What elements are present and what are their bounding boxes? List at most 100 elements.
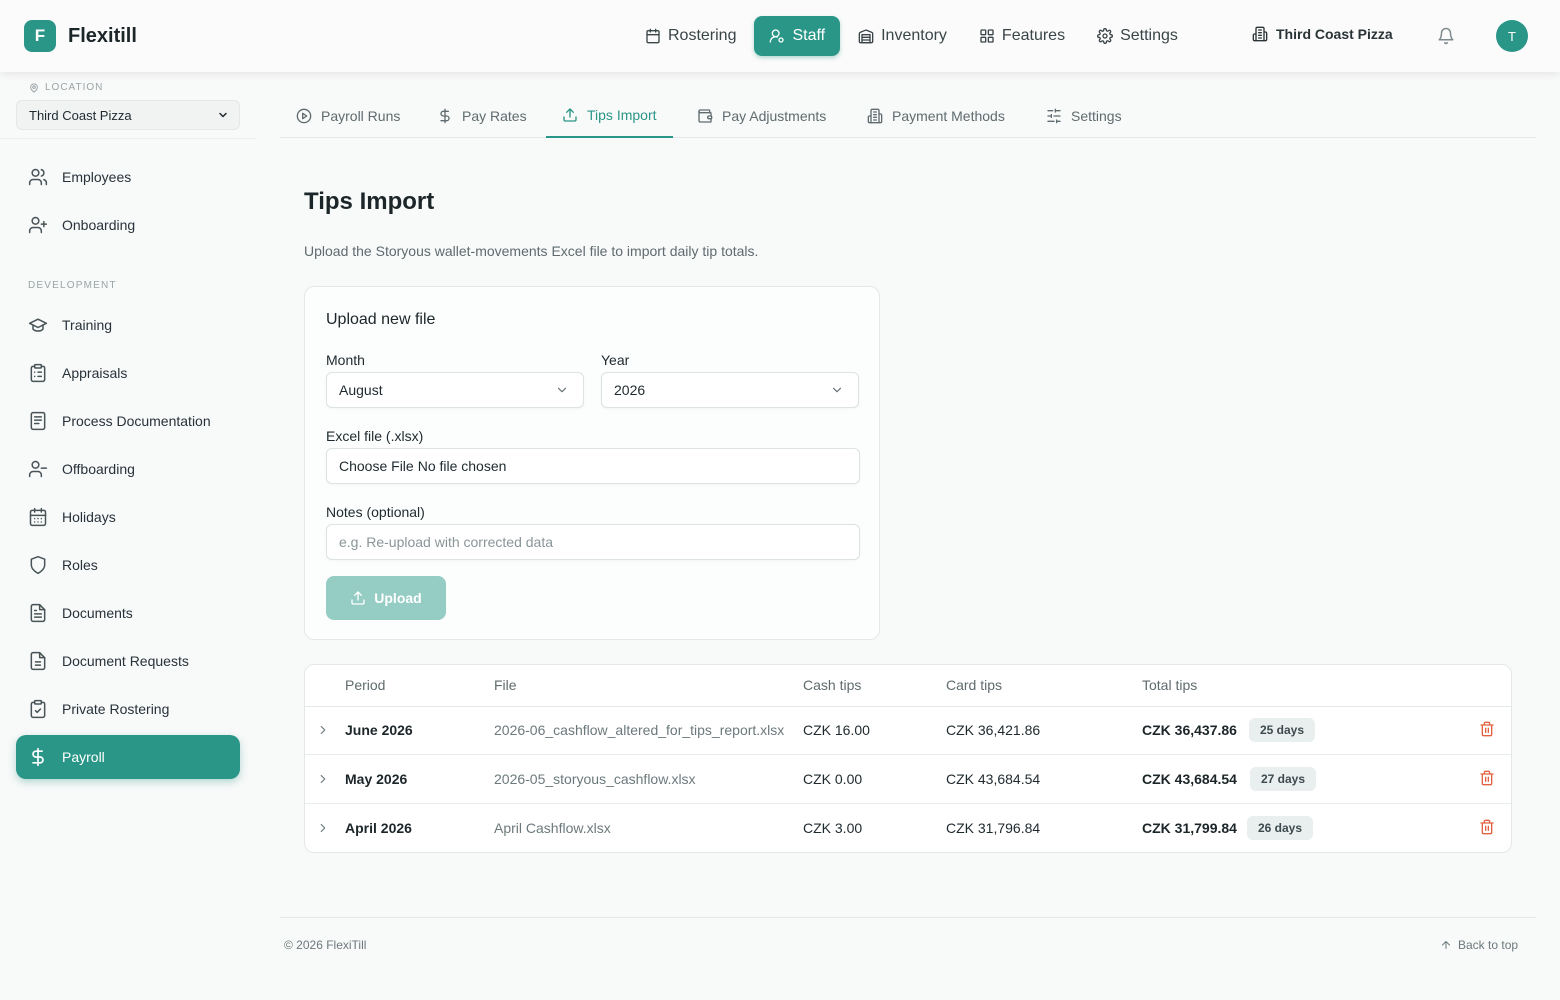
- row-cash-tips: CZK 16.00: [803, 722, 870, 738]
- nav-inventory[interactable]: Inventory: [844, 16, 961, 56]
- sidebar-item-documents[interactable]: Documents: [16, 591, 240, 635]
- sidebar-item-appraisals[interactable]: Appraisals: [16, 351, 240, 395]
- row-days-badge: 25 days: [1249, 718, 1316, 742]
- footer-copyright: © 2026 FlexiTill: [284, 938, 367, 952]
- row-cash-tips: CZK 0.00: [803, 771, 863, 787]
- chevron-right-icon[interactable]: [316, 723, 330, 737]
- sidebar-item-payroll[interactable]: Payroll: [16, 735, 240, 779]
- footer-divider: [280, 917, 1536, 918]
- grid-icon: [979, 28, 995, 44]
- tab-payment-methods[interactable]: Payment Methods: [851, 94, 1021, 138]
- sidebar-item-document-requests[interactable]: Document Requests: [16, 639, 240, 683]
- notes-placeholder: e.g. Re-upload with corrected data: [339, 534, 554, 550]
- tab-pay-adjustments[interactable]: Pay Adjustments: [681, 94, 842, 138]
- file-text-icon: [28, 603, 48, 623]
- tab-payroll-runs[interactable]: Payroll Runs: [280, 94, 416, 138]
- arrow-up-icon: [1440, 939, 1452, 951]
- tab-settings[interactable]: Settings: [1030, 94, 1138, 138]
- section-label-development: DEVELOPMENT: [28, 280, 117, 291]
- tab-pay-rates[interactable]: Pay Rates: [421, 94, 543, 138]
- dollar-icon: [437, 108, 453, 124]
- top-nav: Rostering Staff Inventory Features Setti…: [631, 16, 1192, 56]
- table-row[interactable]: April 2026 April Cashflow.xlsx CZK 3.00 …: [305, 804, 1511, 852]
- chevron-right-icon[interactable]: [316, 821, 330, 835]
- location-label-text: LOCATION: [45, 82, 104, 93]
- column-header-file: File: [494, 677, 517, 693]
- column-header-card-tips: Card tips: [946, 677, 1003, 693]
- location-label: LOCATION: [29, 82, 103, 93]
- tab-label: Pay Rates: [462, 108, 527, 124]
- sidebar-item-training[interactable]: Training: [16, 303, 240, 347]
- sidebar-item-employees[interactable]: Employees: [16, 155, 240, 199]
- row-card-tips: CZK 43,684.54: [946, 771, 1041, 787]
- back-to-top-label: Back to top: [1458, 938, 1519, 952]
- trash-icon[interactable]: [1479, 770, 1495, 786]
- notes-input[interactable]: e.g. Re-upload with corrected data: [326, 524, 860, 560]
- month-label: Month: [326, 352, 365, 368]
- user-minus-icon: [28, 459, 48, 479]
- nav-features[interactable]: Features: [965, 16, 1079, 56]
- row-card-tips: CZK 36,421.86: [946, 722, 1041, 738]
- row-card-tips: CZK 31,796.84: [946, 820, 1041, 836]
- inventory-icon: [858, 28, 874, 44]
- brand[interactable]: F Flexitill: [24, 20, 137, 52]
- row-file: April Cashflow.xlsx: [494, 820, 611, 836]
- sidebar-item-process-documentation[interactable]: Process Documentation: [16, 399, 240, 443]
- back-to-top-link[interactable]: Back to top: [1440, 938, 1518, 952]
- sliders-icon: [1046, 108, 1062, 124]
- row-cash-tips: CZK 3.00: [803, 820, 863, 836]
- sidebar-item-label: Documents: [62, 605, 133, 621]
- nav-settings[interactable]: Settings: [1083, 16, 1192, 56]
- table-row[interactable]: May 2026 2026-05_storyous_cashflow.xlsx …: [305, 755, 1511, 804]
- nav-settings-label: Settings: [1120, 27, 1178, 44]
- upload-card-title: Upload new file: [326, 311, 436, 328]
- sidebar-item-label: Appraisals: [62, 365, 128, 381]
- sidebar-item-holidays[interactable]: Holidays: [16, 495, 240, 539]
- tab-label: Pay Adjustments: [722, 108, 827, 124]
- sidebar-item-label: Process Documentation: [62, 413, 211, 429]
- month-select[interactable]: August: [326, 372, 584, 408]
- row-total-tips: CZK 36,437.86: [1142, 722, 1237, 738]
- bell-icon[interactable]: [1437, 27, 1455, 45]
- nav-rostering[interactable]: Rostering: [631, 16, 750, 56]
- row-file: 2026-05_storyous_cashflow.xlsx: [494, 771, 696, 787]
- venue-switcher[interactable]: Third Coast Pizza: [1252, 26, 1393, 42]
- nav-staff[interactable]: Staff: [754, 16, 841, 56]
- calendar-days-icon: [28, 507, 48, 527]
- sidebar-item-private-rostering[interactable]: Private Rostering: [16, 687, 240, 731]
- chevron-down-icon: [830, 383, 844, 397]
- upload-button[interactable]: Upload: [326, 576, 446, 620]
- sidebar: LOCATION Third Coast Pizza Employees Onb…: [0, 72, 256, 1000]
- trash-icon[interactable]: [1479, 819, 1495, 835]
- row-period: May 2026: [345, 771, 408, 787]
- row-days-badge: 27 days: [1250, 767, 1317, 791]
- file-status: No file chosen: [417, 458, 507, 474]
- clipboard-check-icon: [28, 699, 48, 719]
- user-plus-icon: [28, 215, 48, 235]
- location-select[interactable]: Third Coast Pizza: [16, 100, 240, 130]
- building-icon: [1252, 26, 1268, 42]
- table-row[interactable]: June 2026 2026-06_cashflow_altered_for_t…: [305, 706, 1511, 755]
- upload-icon: [350, 590, 366, 606]
- year-select[interactable]: 2026: [601, 372, 859, 408]
- tab-label: Tips Import: [587, 107, 657, 123]
- row-days-badge: 26 days: [1247, 816, 1314, 840]
- sidebar-item-roles[interactable]: Roles: [16, 543, 240, 587]
- avatar[interactable]: T: [1496, 20, 1528, 52]
- file-input[interactable]: Choose File No file chosen: [326, 448, 860, 484]
- chevron-right-icon[interactable]: [316, 772, 330, 786]
- calendar-icon: [645, 28, 661, 44]
- file-label: Excel file (.xlsx): [326, 428, 424, 444]
- sidebar-item-onboarding[interactable]: Onboarding: [16, 203, 240, 247]
- tab-tips-import[interactable]: Tips Import: [546, 94, 673, 138]
- sidebar-item-offboarding[interactable]: Offboarding: [16, 447, 240, 491]
- page-title: Tips Import: [304, 188, 435, 215]
- column-header-period: Period: [345, 677, 386, 693]
- gear-icon: [1097, 28, 1113, 44]
- map-pin-icon: [29, 82, 39, 93]
- page-description: Upload the Storyous wallet-movements Exc…: [304, 243, 759, 259]
- choose-file-button[interactable]: Choose File: [339, 458, 414, 474]
- trash-icon[interactable]: [1479, 721, 1495, 737]
- row-total-tips: CZK 31,799.84: [1142, 820, 1237, 836]
- sidebar-item-label: Private Rostering: [62, 701, 170, 717]
